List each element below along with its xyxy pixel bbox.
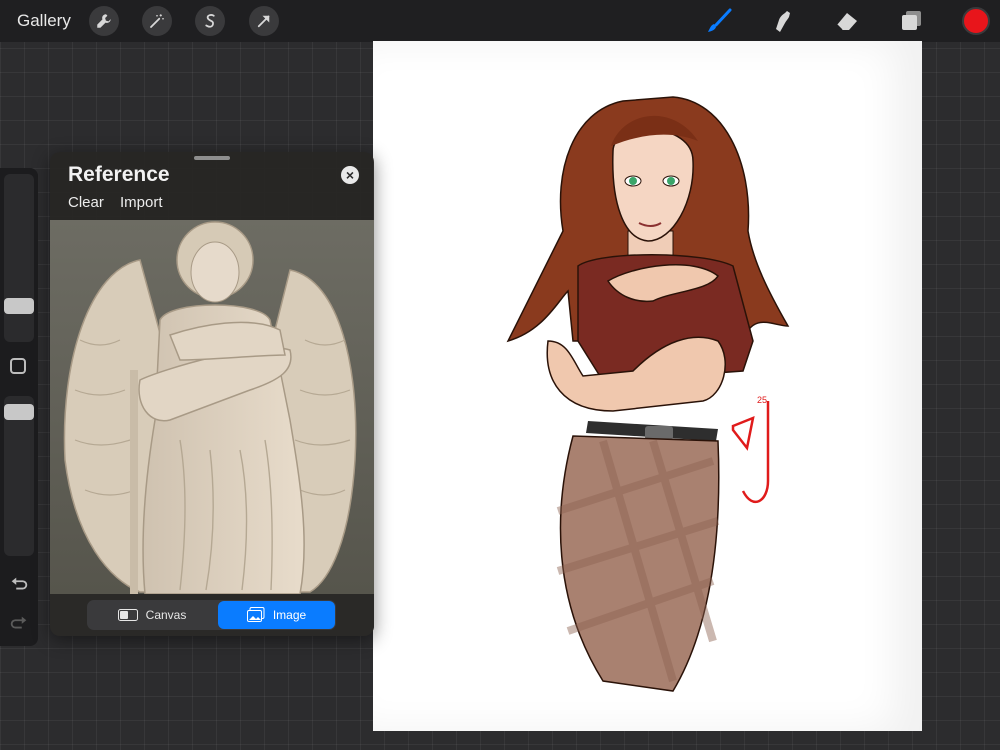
reference-mode-switch: Canvas Image xyxy=(87,600,336,630)
wrench-icon xyxy=(97,14,111,28)
canvas-mode-label: Canvas xyxy=(145,608,187,622)
selection-button[interactable] xyxy=(195,6,225,36)
import-button[interactable]: Import xyxy=(120,194,163,211)
left-sidebar xyxy=(0,168,38,646)
undo-icon[interactable] xyxy=(8,573,30,595)
top-toolbar: Gallery xyxy=(0,0,1000,42)
layers-button[interactable] xyxy=(897,6,927,36)
eraser-tool[interactable] xyxy=(832,6,862,36)
layers-icon xyxy=(902,11,921,30)
close-icon[interactable]: × xyxy=(341,166,359,184)
canvas-mode-tab[interactable]: Canvas xyxy=(88,601,216,629)
actions-button[interactable] xyxy=(89,6,119,36)
brush-size-thumb[interactable] xyxy=(4,298,34,314)
gallery-button[interactable]: Gallery xyxy=(17,11,71,31)
selection-s-icon xyxy=(205,14,215,28)
image-mode-label: Image xyxy=(272,608,307,622)
reference-mode-bar: Canvas Image xyxy=(50,594,374,636)
image-photo-icon xyxy=(246,607,265,622)
smudge-icon xyxy=(776,11,790,32)
opacity-thumb[interactable] xyxy=(4,404,34,420)
character-illustration: 25 xyxy=(506,96,790,692)
reference-panel: Reference × Clear Import Canvas Image xyxy=(50,152,374,636)
signature-number: 25 xyxy=(757,395,767,405)
opacity-slider[interactable] xyxy=(4,396,34,556)
redo-icon[interactable] xyxy=(8,612,30,634)
modify-button[interactable] xyxy=(10,358,26,374)
eraser-icon xyxy=(836,13,857,31)
brush-icon xyxy=(708,8,732,32)
image-mode-tab[interactable]: Image xyxy=(218,601,335,629)
reference-drag-handle[interactable] xyxy=(194,156,230,160)
adjustments-button[interactable] xyxy=(142,6,172,36)
smudge-tool[interactable] xyxy=(768,6,798,36)
reference-title: Reference xyxy=(68,163,170,186)
clear-button[interactable]: Clear xyxy=(68,194,104,211)
brush-tool[interactable] xyxy=(704,6,734,36)
drawing-canvas[interactable]: 25 xyxy=(373,41,922,731)
reference-image xyxy=(50,220,374,595)
transform-button[interactable] xyxy=(249,6,279,36)
transform-arrow-icon xyxy=(257,15,270,28)
magic-wand-icon xyxy=(150,14,164,28)
canvas-toggle-icon xyxy=(117,609,138,621)
angel-statue-image xyxy=(63,221,357,595)
color-swatch-button[interactable] xyxy=(962,7,990,35)
brush-size-slider[interactable] xyxy=(4,174,34,342)
